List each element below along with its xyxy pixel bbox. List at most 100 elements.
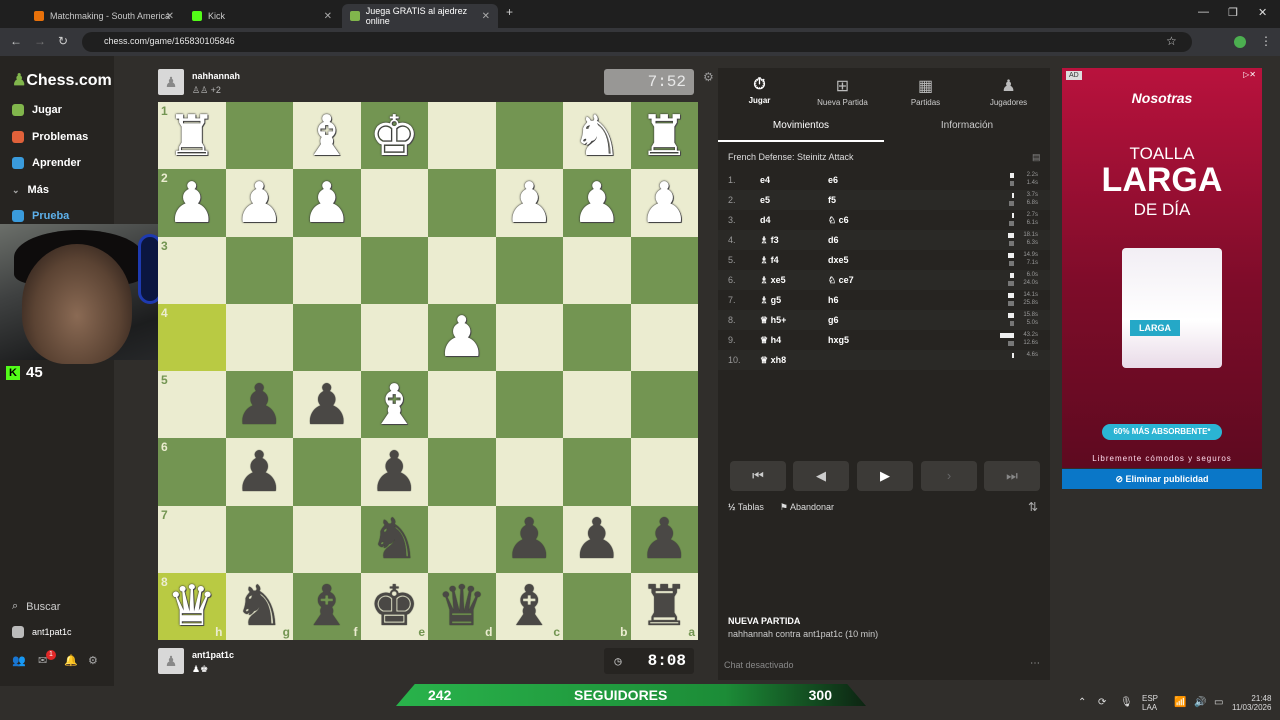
battery-icon[interactable]: ▭ — [1214, 697, 1223, 708]
black-move[interactable]: ♘ ce7 — [828, 275, 854, 286]
clock-datetime[interactable]: 21:48 11/03/2026 — [1232, 694, 1271, 712]
board-square[interactable] — [428, 236, 496, 304]
profile-link[interactable]: ant1pat1c — [12, 626, 72, 638]
board-square[interactable] — [293, 236, 361, 304]
white-move[interactable]: ♗ g5 — [760, 295, 781, 306]
black-rook-icon[interactable]: ♜ — [639, 578, 689, 634]
board-square[interactable]: ♟ — [225, 371, 293, 439]
white-move[interactable]: ♗ f4 — [760, 255, 779, 266]
friends-icon[interactable]: 👥 — [12, 654, 26, 667]
board-square[interactable] — [225, 505, 293, 573]
black-move[interactable]: e6 — [828, 175, 838, 185]
forward-icon[interactable]: → — [34, 34, 46, 48]
black-move[interactable]: d6 — [828, 235, 839, 245]
chat-more-icon[interactable]: ⋯ — [1030, 658, 1040, 669]
browser-tab-chess[interactable]: Juega GRATIS al ajedrez online ✕ — [342, 4, 498, 28]
advertisement[interactable]: AD ▷✕ Nosotras TOALLA LARGA DE DÍA LARGA… — [1062, 68, 1262, 468]
tray-mic-icon[interactable]: 🎙 — [1120, 697, 1133, 708]
board-square[interactable]: 1 ♜ — [158, 102, 226, 170]
back-icon[interactable]: ← — [10, 34, 22, 48]
board-square[interactable]: 2 ♟ — [158, 169, 226, 237]
board-square[interactable]: ♟ — [495, 169, 563, 237]
board-square[interactable]: 3 — [158, 236, 226, 304]
subtab-informacion[interactable]: Información — [884, 120, 1050, 131]
browser-tab-kick[interactable]: Kick ✕ — [184, 4, 340, 28]
board-square[interactable] — [225, 236, 293, 304]
minimize-icon[interactable]: — — [1198, 6, 1209, 18]
draw-button[interactable]: ½ Tablas — [728, 502, 764, 513]
board-square[interactable]: ♟ — [630, 169, 698, 237]
white-king-icon[interactable]: ♚ — [369, 107, 419, 164]
board-square[interactable]: ♟ — [563, 505, 631, 573]
gear-icon[interactable]: ⚙ — [88, 654, 98, 667]
board-square[interactable]: ♜ — [630, 102, 698, 170]
sidebar-item-problemas[interactable]: Problemas — [12, 131, 88, 143]
black-pawn-icon[interactable]: ♟ — [369, 443, 419, 500]
black-pawn-icon[interactable]: ♟ — [302, 376, 352, 433]
white-rook-icon[interactable]: ♜ — [167, 107, 217, 164]
self-avatar[interactable]: ♟ — [158, 648, 184, 674]
board-square[interactable]: ♟ — [225, 169, 293, 237]
opponent-name[interactable]: nahhannah — [192, 71, 240, 81]
white-pawn-icon[interactable]: ♟ — [504, 174, 554, 231]
white-pawn-icon[interactable]: ♟ — [167, 174, 217, 231]
book-icon[interactable]: ▤ — [1032, 152, 1041, 163]
black-pawn-icon[interactable]: ♟ — [572, 511, 622, 567]
board-square[interactable]: ♟ — [495, 505, 563, 573]
white-move[interactable]: ♕ xh8 — [760, 355, 786, 366]
board-square[interactable]: 8 h ♛ — [158, 572, 226, 640]
self-name[interactable]: ant1pat1c — [192, 650, 234, 660]
board-square[interactable]: ♟ — [360, 438, 428, 506]
black-pawn-icon[interactable]: ♟ — [639, 511, 689, 567]
menu-dots-icon[interactable]: ⋮ — [1260, 34, 1272, 48]
board-square[interactable] — [428, 169, 496, 237]
board-square[interactable] — [225, 303, 293, 371]
subtab-movimientos[interactable]: Movimientos — [718, 120, 884, 131]
forward-move-button[interactable]: › — [921, 461, 977, 491]
white-pawn-icon[interactable]: ♟ — [437, 309, 487, 365]
new-tab-icon[interactable]: + — [506, 5, 513, 19]
board-square[interactable]: 7 — [158, 505, 226, 573]
board-square[interactable]: ♟ — [293, 169, 361, 237]
tab-jugadores[interactable]: ♟ Jugadores — [967, 76, 1050, 107]
board-square[interactable] — [495, 371, 563, 439]
white-move[interactable]: e5 — [760, 195, 770, 205]
board-square[interactable] — [563, 303, 631, 371]
white-move[interactable]: ♗ xe5 — [760, 275, 786, 286]
tray-chevron-icon[interactable]: ⌃ — [1078, 697, 1086, 708]
sidebar-item-jugar[interactable]: Jugar — [12, 104, 62, 116]
board-square[interactable]: f ♝ — [293, 572, 361, 640]
last-move-button[interactable]: ⏭ — [984, 461, 1040, 491]
board-square[interactable]: ♟ — [293, 371, 361, 439]
board-square[interactable] — [225, 102, 293, 170]
white-move[interactable]: e4 — [760, 175, 770, 185]
close-tab-icon[interactable]: ✕ — [482, 11, 490, 22]
board-square[interactable]: ♞ — [563, 102, 631, 170]
board-square[interactable]: ♟ — [225, 438, 293, 506]
sidebar-item-mas[interactable]: ⌄ Más — [12, 184, 49, 196]
white-move[interactable]: d4 — [760, 215, 771, 225]
black-move[interactable]: h6 — [828, 295, 839, 305]
url-field[interactable]: chess.com/game/165830105846 — [82, 32, 1192, 52]
board-square[interactable]: ♚ — [360, 102, 428, 170]
search-link[interactable]: ⌕ Buscar — [12, 600, 60, 613]
board-square[interactable]: ♟ — [630, 505, 698, 573]
board-square[interactable] — [428, 102, 496, 170]
board-square[interactable]: c ♝ — [495, 572, 563, 640]
maximize-icon[interactable]: ❐ — [1228, 6, 1238, 19]
white-pawn-icon[interactable]: ♟ — [302, 174, 352, 231]
board-square[interactable] — [630, 236, 698, 304]
black-bishop-icon[interactable]: ♝ — [302, 578, 352, 634]
reload-icon[interactable]: ↻ — [58, 34, 68, 48]
previous-move-button[interactable]: ◀ — [793, 461, 849, 491]
tab-jugar[interactable]: ⏱ Jugar — [718, 76, 801, 105]
white-pawn-icon[interactable]: ♟ — [234, 174, 284, 231]
board-square[interactable]: ♟ — [563, 169, 631, 237]
volume-icon[interactable]: 🔊 — [1194, 697, 1206, 708]
board-square[interactable]: 5 — [158, 371, 226, 439]
board-square[interactable] — [360, 236, 428, 304]
board-square[interactable] — [293, 505, 361, 573]
bell-icon[interactable]: 🔔 — [64, 654, 78, 667]
next-move-button[interactable]: ▶ — [857, 461, 913, 491]
white-bishop-icon[interactable]: ♝ — [369, 376, 419, 433]
